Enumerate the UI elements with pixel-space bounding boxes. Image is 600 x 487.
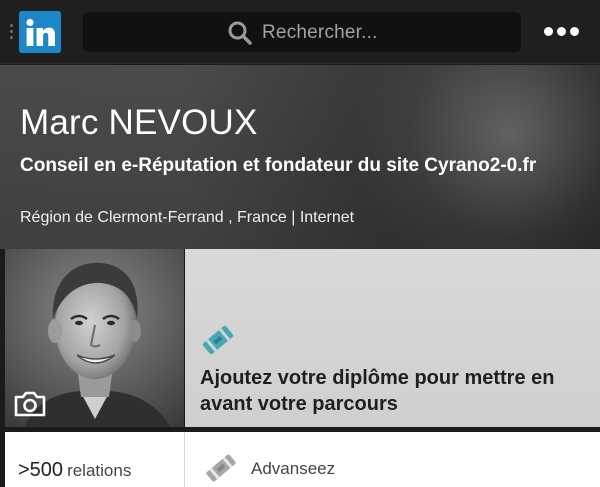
relations-count: >500 <box>18 459 64 481</box>
more-dots-icon[interactable] <box>544 27 584 37</box>
search-icon <box>228 21 252 45</box>
profile-photo[interactable] <box>5 249 184 427</box>
school-icon <box>206 454 236 482</box>
camera-icon[interactable] <box>13 390 47 418</box>
diploma-icon <box>202 325 234 355</box>
drag-handle-icon[interactable] <box>10 24 14 40</box>
top-bar: Rechercher... <box>0 0 600 64</box>
add-diploma-text[interactable]: Ajoutez votre diplôme pour mettre en ava… <box>200 365 600 417</box>
linkedin-logo[interactable] <box>19 11 61 53</box>
relations-count-block[interactable]: >500 relations <box>18 459 131 482</box>
profile-stats-row: >500 relations Advanseez <box>5 432 600 487</box>
linkedin-logo-icon <box>26 18 55 46</box>
profile-name: Marc NEVOUX <box>20 103 258 142</box>
suggestion-label[interactable]: Advanseez <box>251 459 335 479</box>
search-bar[interactable]: Rechercher... <box>83 12 521 52</box>
profile-headline: Conseil en e-Réputation et fondateur du … <box>20 155 537 176</box>
divider <box>184 432 185 487</box>
profile-location: Région de Clermont-Ferrand , France | In… <box>20 209 355 226</box>
profile-header: Marc NEVOUX Conseil en e-Réputation et f… <box>0 65 600 249</box>
add-diploma-card[interactable]: Ajoutez votre diplôme pour mettre en ava… <box>185 249 600 427</box>
search-placeholder[interactable]: Rechercher... <box>262 22 378 44</box>
relations-label: relations <box>67 461 132 480</box>
